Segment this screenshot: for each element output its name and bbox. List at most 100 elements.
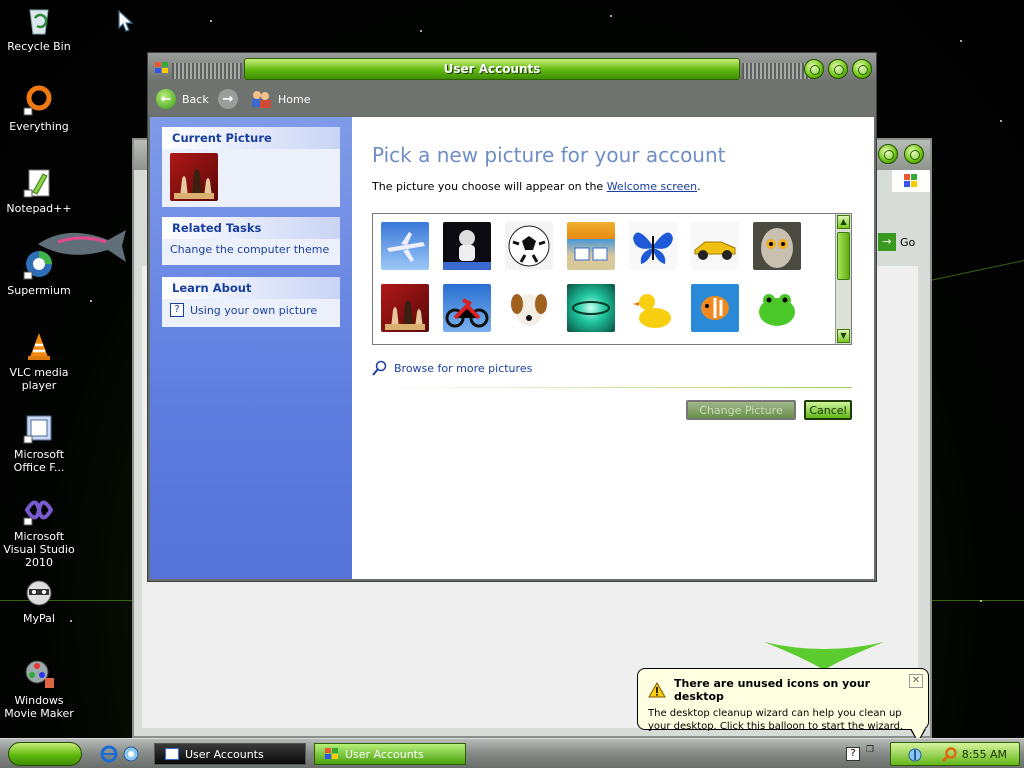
quicklaunch-desktop-icon[interactable] <box>122 745 140 763</box>
go-arrow-icon: → <box>878 233 896 251</box>
desktop-icon-label: Everything <box>9 120 69 133</box>
desktop-icon-label: Windows Movie Maker <box>4 694 74 720</box>
desktop-icon-office[interactable]: Microsoft Office F... <box>0 412 78 474</box>
desktop-icon-label: Notepad++ <box>6 202 72 215</box>
mypal-raccoon-icon <box>23 576 55 608</box>
xbox-x-logo-decoration <box>764 642 884 670</box>
current-picture-thumbnail <box>170 153 218 201</box>
change-theme-link[interactable]: Change the computer theme <box>170 243 332 256</box>
user-accounts-window[interactable]: User Accounts ← Back → Home Current Pict… <box>147 52 877 582</box>
notepad-plus-plus-icon <box>23 166 55 198</box>
office-file-icon <box>23 412 55 444</box>
scroll-thumb[interactable] <box>837 232 850 280</box>
welcome-screen-link[interactable]: Welcome screen <box>607 180 697 193</box>
maximize-button[interactable] <box>828 59 848 79</box>
picture-beach-chairs[interactable] <box>567 222 615 270</box>
instruction-text: The picture you choose will appear on th… <box>372 180 701 193</box>
current-picture-panel: Current Picture <box>162 127 340 207</box>
balloon-close-button[interactable]: ✕ <box>909 674 923 688</box>
picture-astronaut[interactable] <box>443 222 491 270</box>
desktop-icon-mypal[interactable]: MyPal <box>0 576 78 625</box>
task-pane: Current Picture Related Tasks Change the… <box>150 117 352 579</box>
window-title: User Accounts <box>244 58 740 80</box>
mouse-cursor-icon <box>118 10 134 32</box>
scroll-down-button[interactable]: ▼ <box>837 329 850 343</box>
picture-airplane[interactable] <box>381 222 429 270</box>
close-button[interactable] <box>904 144 924 164</box>
everything-search-icon <box>23 84 55 116</box>
picture-owl[interactable] <box>753 222 801 270</box>
desktop-icon-notepad-plus-plus[interactable]: Notepad++ <box>0 166 78 215</box>
related-tasks-title: Related Tasks <box>162 217 340 239</box>
system-tray: 8:55 AM <box>890 742 1020 766</box>
taskbar-item-user-accounts-1[interactable]: User Accounts <box>154 743 306 765</box>
scroll-up-button[interactable]: ▲ <box>837 215 850 229</box>
picture-green-ripple[interactable] <box>567 284 615 332</box>
taskbar-item-label: User Accounts <box>345 747 424 761</box>
desktop-icon-label: Recycle Bin <box>7 40 71 53</box>
picture-fish[interactable] <box>691 284 739 332</box>
magnifier-icon <box>372 360 388 376</box>
go-label: Go <box>900 235 916 249</box>
titlebar-grill-right <box>742 63 812 79</box>
tray-clock[interactable]: 8:55 AM <box>962 748 1007 761</box>
search-tray-icon[interactable] <box>941 747 959 763</box>
desktop-icon-everything[interactable]: Everything <box>0 84 78 133</box>
minimize-button[interactable] <box>878 144 898 164</box>
picture-dog[interactable] <box>505 284 553 332</box>
help-tray-icon[interactable]: ? <box>846 747 860 761</box>
forward-button[interactable]: → <box>218 88 244 110</box>
related-tasks-panel: Related Tasks Change the computer theme <box>162 217 340 265</box>
picture-list[interactable]: ▲ ▼ <box>372 213 852 345</box>
desktop-icon-vlc[interactable]: VLC media player <box>0 330 78 392</box>
window-titlebar[interactable]: User Accounts <box>148 53 876 83</box>
home-users-icon <box>250 90 272 108</box>
show-desktop-icon[interactable]: ❐ <box>866 745 882 763</box>
browse-label: Browse for more pictures <box>394 361 533 375</box>
desktop-icon-movie-maker[interactable]: Windows Movie Maker <box>0 658 78 720</box>
balloon-body: The desktop cleanup wizard can help you … <box>648 708 904 732</box>
movie-maker-icon <box>23 658 55 690</box>
instruction-text-end: . <box>697 180 701 193</box>
browse-pictures-link[interactable]: Browse for more pictures <box>372 360 532 376</box>
divider <box>372 387 852 388</box>
home-button[interactable]: Home <box>250 88 310 110</box>
close-button[interactable] <box>852 59 872 79</box>
network-tray-icon[interactable] <box>907 747 923 763</box>
picture-soccer-ball[interactable] <box>505 222 553 270</box>
current-picture-title: Current Picture <box>162 127 340 149</box>
change-picture-button[interactable]: Change Picture <box>686 400 796 420</box>
desktop-icon-visual-studio[interactable]: Microsoft Visual Studio 2010 <box>0 494 78 569</box>
picture-picker-pane: Pick a new picture for your account The … <box>352 117 874 579</box>
window-icon <box>165 748 179 760</box>
instruction-text-part: The picture you choose will appear on th… <box>372 180 607 193</box>
picture-frog[interactable] <box>753 284 801 332</box>
back-button[interactable]: ← Back <box>156 88 209 110</box>
desktop-icon-label: MyPal <box>23 612 55 625</box>
learn-about-title: Learn About <box>162 277 340 299</box>
fish-wallpaper-decoration <box>38 230 126 262</box>
picture-butterfly[interactable] <box>629 222 677 270</box>
taskbar-item-user-accounts-2[interactable]: User Accounts <box>314 743 466 765</box>
desktop-icon-label: Supermium <box>7 284 71 297</box>
picture-dirt-bike[interactable] <box>443 284 491 332</box>
desktop-cleanup-balloon[interactable]: There are unused icons on your desktop T… <box>637 668 929 743</box>
picture-rubber-duck[interactable] <box>629 284 677 332</box>
vlc-cone-icon <box>23 330 55 362</box>
go-button[interactable]: → Go <box>878 232 915 252</box>
picture-race-car[interactable] <box>691 222 739 270</box>
windows-logo-icon <box>892 170 930 192</box>
taskbar-item-label: User Accounts <box>185 747 264 761</box>
start-button[interactable] <box>8 742 82 766</box>
recycle-bin-icon <box>23 4 55 36</box>
back-label: Back <box>182 92 209 106</box>
warning-icon <box>648 681 666 698</box>
minimize-button[interactable] <box>804 59 824 79</box>
desktop-icon-label: VLC media player <box>9 366 69 392</box>
picture-list-scrollbar[interactable]: ▲ ▼ <box>835 214 851 344</box>
cancel-button[interactable]: Cancel <box>804 400 852 420</box>
quicklaunch-ie-icon[interactable] <box>100 745 118 763</box>
picture-chess[interactable] <box>381 284 429 332</box>
desktop-icon-recycle-bin[interactable]: Recycle Bin <box>0 4 78 53</box>
using-own-picture-link[interactable]: ? Using your own picture <box>170 303 332 317</box>
